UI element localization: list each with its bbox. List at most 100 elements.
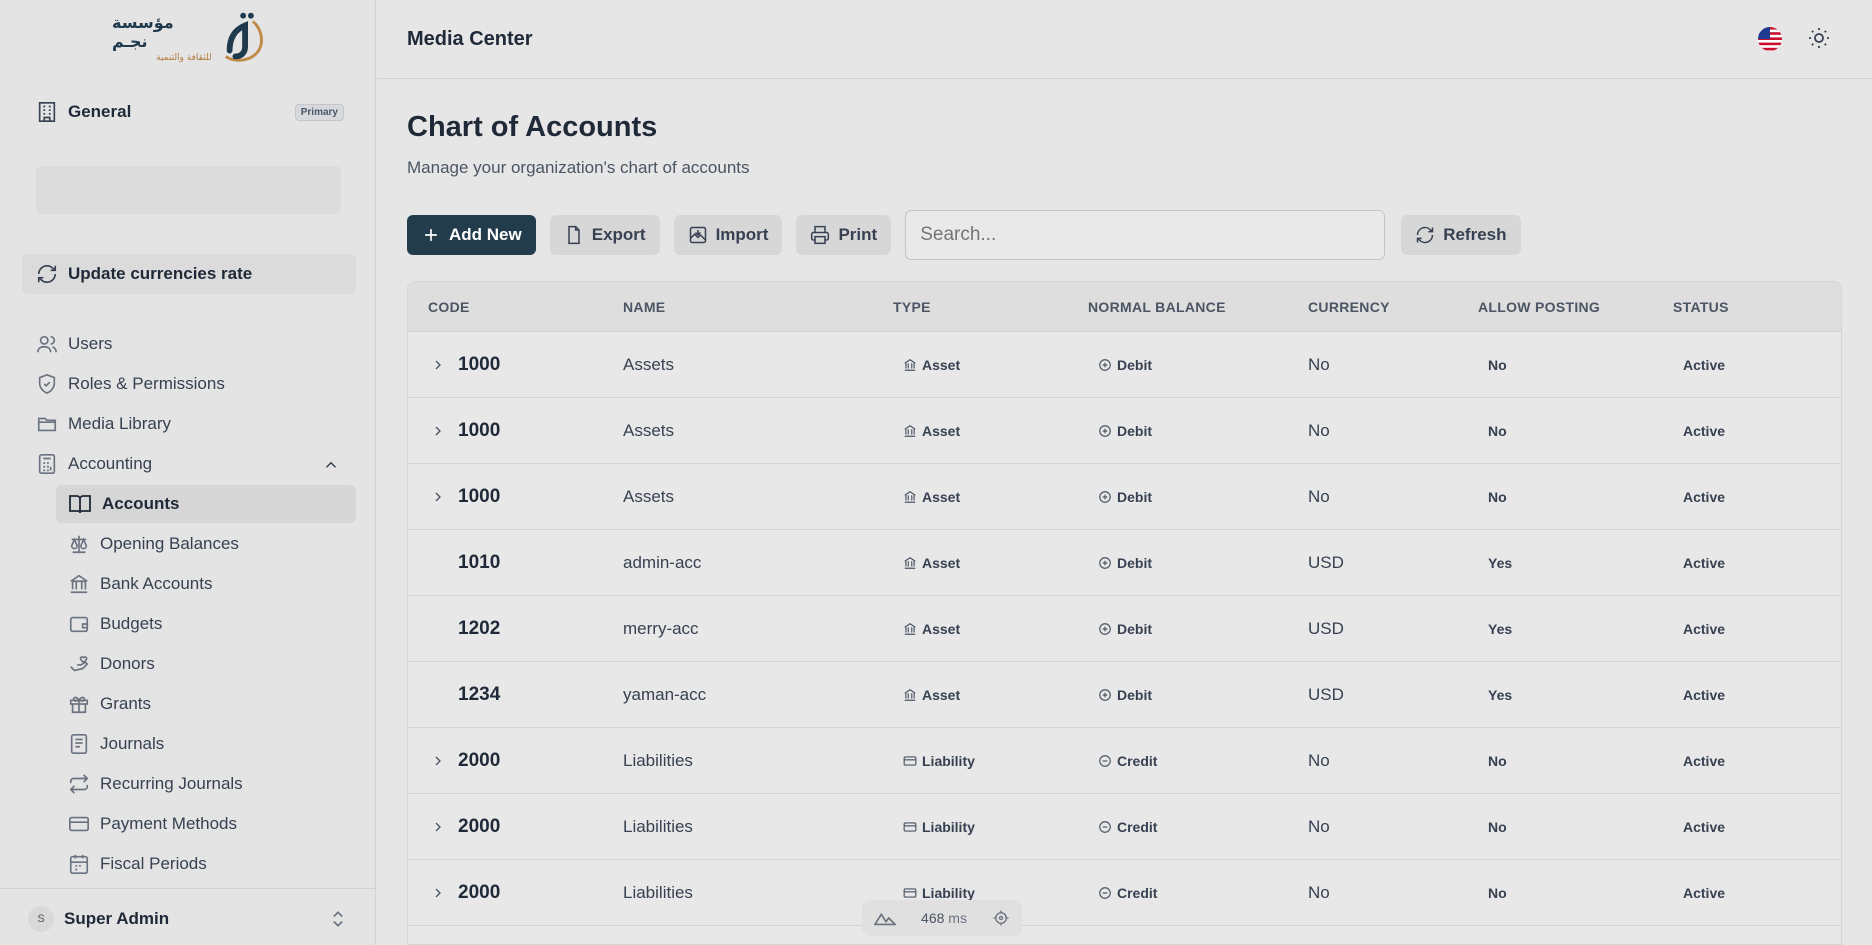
- status-badge: Active: [1683, 818, 1726, 835]
- account-name: Liabilities: [623, 816, 693, 836]
- sidebar-item-label: Bank Accounts: [100, 574, 213, 593]
- column-header-currency[interactable]: CURRENCY: [1308, 299, 1390, 315]
- status-badge: Active: [1683, 686, 1726, 703]
- sidebar-item-journals[interactable]: Journals: [68, 728, 164, 760]
- table-row[interactable]: 2000 Liabilities Liability Credit No No …: [408, 860, 1841, 926]
- chevron-right-icon[interactable]: [430, 423, 446, 439]
- account-type-label: Asset: [922, 620, 961, 637]
- refresh-icon: [37, 264, 57, 284]
- brand-logo[interactable]: مؤسسة نجـم للثقافة والتنمية: [112, 5, 268, 71]
- sidebar-item-label: Accounting: [68, 454, 153, 473]
- plus-circle-icon: [1099, 424, 1111, 437]
- sidebar-item-accounting[interactable]: Accounting: [36, 448, 152, 480]
- sidebar-item-label: Roles & Permissions: [68, 374, 225, 393]
- status-badge: Active: [1683, 884, 1726, 901]
- table-row[interactable]: 1000 Assets Asset Debit No No Active: [408, 332, 1841, 398]
- plus-icon: [425, 229, 437, 241]
- minus-circle-icon: [1099, 886, 1111, 899]
- chevron-right-icon[interactable]: [430, 357, 446, 373]
- sidebar-item-label: Budgets: [100, 614, 163, 633]
- sidebar-item-bank-accounts[interactable]: Bank Accounts: [68, 568, 212, 600]
- sidebar-item-media-library[interactable]: Media Library: [36, 408, 171, 440]
- sidebar-item-opening-balances[interactable]: Opening Balances: [68, 528, 239, 560]
- export-label: Export: [591, 225, 646, 244]
- refresh-button[interactable]: Refresh: [1401, 215, 1521, 255]
- account-type-label: Liability: [922, 884, 975, 901]
- chevron-right-icon[interactable]: [430, 489, 446, 505]
- user-menu[interactable]: S Super Admin: [28, 904, 348, 934]
- table-row[interactable]: 1000 Assets Asset Debit No No Active: [408, 464, 1841, 530]
- account-code: 1000: [458, 353, 501, 375]
- sidebar-item-label: Fiscal Periods: [100, 854, 207, 873]
- performance-indicator[interactable]: 468 ms: [862, 900, 1022, 936]
- landmark-icon: [904, 424, 916, 437]
- print-label: Print: [838, 225, 878, 244]
- normal-balance: Debit: [1098, 621, 1152, 637]
- sidebar-item-users[interactable]: Users: [36, 328, 112, 360]
- notebook-icon: [70, 734, 88, 754]
- sidebar-item-fiscal-periods[interactable]: Fiscal Periods: [68, 848, 207, 880]
- account-type: Liability: [903, 819, 975, 835]
- building-icon: [38, 102, 56, 122]
- account-name: admin-acc: [623, 552, 702, 572]
- chevron-right-icon[interactable]: [430, 753, 446, 769]
- sidebar-item-label: Payment Methods: [100, 814, 238, 833]
- sidebar-item-label: Opening Balances: [100, 534, 239, 553]
- table-row[interactable]: 1000 Assets Asset Debit No No Active: [408, 398, 1841, 464]
- file-icon: [567, 225, 580, 245]
- column-header-code[interactable]: CODE: [428, 299, 470, 315]
- table-row[interactable]: 1234 yaman-acc Asset Debit USD Yes Activ…: [408, 662, 1841, 728]
- crosshair-icon[interactable]: [992, 909, 1010, 927]
- add-new-button[interactable]: Add New: [407, 215, 536, 255]
- sidebar-item-label: Donors: [100, 654, 155, 673]
- sidebar-item-payment-methods[interactable]: Payment Methods: [68, 808, 237, 840]
- column-header-allow-posting[interactable]: ALLOW POSTING: [1478, 299, 1600, 315]
- account-name: Assets: [623, 420, 675, 440]
- currency-value: No: [1308, 486, 1330, 506]
- table-row[interactable]: 1010 admin-acc Asset Debit USD Yes Activ…: [408, 530, 1841, 596]
- organization-switcher[interactable]: General Primary: [36, 98, 344, 126]
- us-flag-icon[interactable]: [1757, 26, 1783, 52]
- table-row[interactable]: 1202 merry-acc Asset Debit USD Yes Activ…: [408, 596, 1841, 662]
- landmark-icon: [904, 556, 916, 569]
- organization-name: General: [68, 102, 132, 121]
- table-row[interactable]: 2000 Liabilities Liability Credit No No …: [408, 728, 1841, 794]
- refresh-label: Refresh: [1443, 225, 1507, 244]
- sidebar-item-label: Recurring Journals: [100, 774, 243, 793]
- search-input[interactable]: [905, 210, 1386, 260]
- allow-posting-value: No: [1488, 818, 1507, 835]
- theme-toggle-sun-icon[interactable]: [1807, 26, 1831, 50]
- sidebar-item-recurring-journals[interactable]: Recurring Journals: [68, 768, 243, 800]
- update-currencies-label: Update currencies rate: [68, 264, 253, 283]
- column-header-normal-balance[interactable]: NORMAL BALANCE: [1088, 299, 1226, 315]
- chevron-right-icon[interactable]: [430, 819, 446, 835]
- status-badge: Active: [1683, 422, 1726, 439]
- currency-value: USD: [1308, 552, 1344, 572]
- accounts-table: CODE NAME TYPE NORMAL BALANCE CURRENCY A…: [407, 281, 1842, 945]
- normal-balance-label: Debit: [1117, 620, 1152, 637]
- normal-balance-label: Credit: [1117, 884, 1158, 901]
- chevron-right-icon[interactable]: [430, 885, 446, 901]
- account-name: merry-acc: [623, 618, 699, 638]
- print-button[interactable]: Print: [796, 215, 892, 255]
- plus-circle-icon: [1099, 490, 1111, 503]
- chevron-up-icon[interactable]: [322, 456, 340, 474]
- landmark-icon: [904, 358, 916, 371]
- account-code: 1202: [458, 617, 501, 639]
- sidebar-item-grants[interactable]: Grants: [68, 688, 151, 720]
- update-currencies-button[interactable]: Update currencies rate: [22, 254, 356, 294]
- image-import-icon: [689, 226, 706, 244]
- export-button[interactable]: Export: [549, 215, 660, 255]
- import-button[interactable]: Import: [673, 215, 783, 255]
- sidebar-item-donors[interactable]: Donors: [68, 648, 155, 680]
- sidebar-item-roles[interactable]: Roles & Permissions: [36, 368, 225, 400]
- column-header-type[interactable]: TYPE: [893, 299, 931, 315]
- sidebar-item-budgets[interactable]: Budgets: [68, 608, 162, 640]
- sidebar-item-accounts[interactable]: Accounts: [56, 485, 356, 523]
- table-row[interactable]: 2000 Liabilities Liability Credit No No …: [408, 794, 1841, 860]
- normal-balance: Debit: [1098, 489, 1152, 505]
- allow-posting-value: Yes: [1488, 686, 1513, 703]
- column-header-name[interactable]: NAME: [623, 299, 665, 315]
- column-header-status[interactable]: STATUS: [1673, 299, 1729, 315]
- allow-posting-value: No: [1488, 884, 1507, 901]
